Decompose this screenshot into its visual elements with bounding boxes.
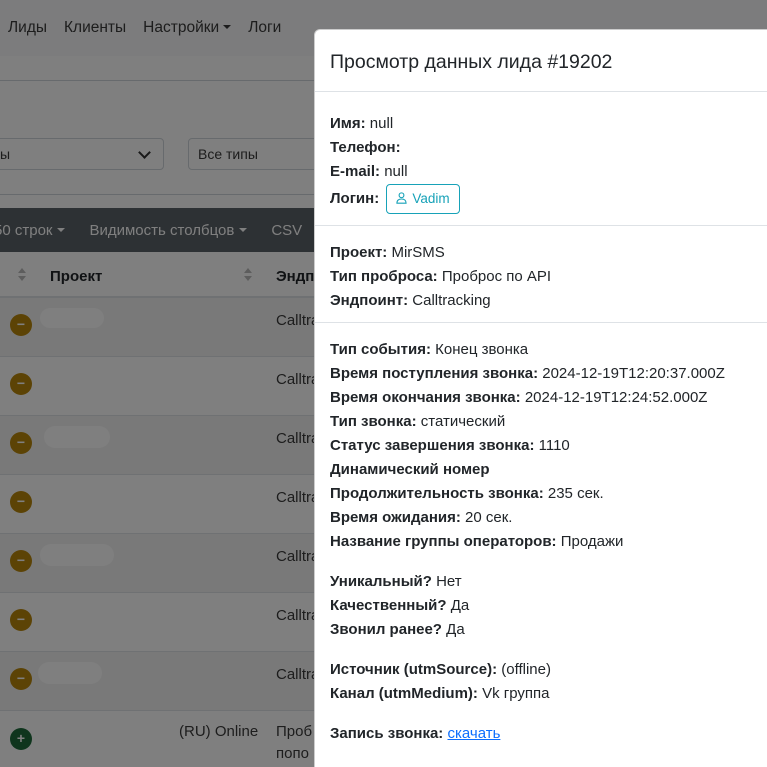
duration-value: 235 сек. (547, 485, 604, 502)
call-end-label: Время окончания звонка: (330, 389, 521, 406)
called-before-label: Звонил ранее? (330, 621, 442, 638)
operator-group-value: Продажи (560, 533, 624, 550)
quality-row: Качественный? Да (330, 594, 767, 618)
call-end-row: Время окончания звонка: 2024-12-19T12:24… (330, 386, 767, 410)
recording-row: Запись звонка: скачать (330, 722, 767, 746)
dynamic-number-row: Динамический номер (330, 458, 767, 482)
forward-type-value: Проброс по API (441, 268, 552, 285)
call-status-row: Статус завершения звонка: 1110 (330, 434, 767, 458)
email-label: E-mail: (330, 163, 381, 180)
event-type-row: Тип события: Конец звонка (330, 338, 767, 362)
section-divider (315, 322, 767, 323)
download-recording-link[interactable]: скачать (447, 725, 500, 742)
name-label: Имя: (330, 115, 366, 132)
project-label: Проект: (330, 244, 388, 261)
call-end-value: 2024-12-19T12:24:52.000Z (524, 389, 708, 406)
project-section: Проект: MirSMS Тип проброса: Проброс по … (330, 241, 767, 313)
utm-medium-row: Канал (utmMedium): Vk группа (330, 682, 767, 706)
unique-label: Уникальный? (330, 573, 432, 590)
modal-body: Имя: null Телефон: E-mail: null Логин: V… (315, 92, 767, 746)
utm-medium-label: Канал (utmMedium): (330, 685, 478, 702)
event-type-label: Тип события: (330, 341, 431, 358)
wait-time-label: Время ожидания: (330, 509, 461, 526)
quality-section: Уникальный? Нет Качественный? Да Звонил … (330, 570, 767, 642)
call-type-value: статический (420, 413, 506, 430)
endpoint-row: Эндпоинт: Calltracking (330, 289, 767, 313)
utm-section: Источник (utmSource): (offline) Канал (u… (330, 658, 767, 706)
called-before-row: Звонил ранее? Да (330, 618, 767, 642)
call-start-row: Время поступления звонка: 2024-12-19T12:… (330, 362, 767, 386)
login-row: Логин: Vadim (330, 184, 767, 215)
call-status-value: 1110 (538, 437, 570, 454)
forward-type-label: Тип проброса: (330, 268, 438, 285)
recording-section: Запись звонка: скачать (330, 722, 767, 746)
name-value: null (369, 115, 394, 132)
login-user-button[interactable]: Vadim (386, 184, 460, 215)
wait-time-row: Время ожидания: 20 сек. (330, 506, 767, 530)
utm-source-value: (offline) (501, 661, 551, 678)
phone-label: Телефон: (330, 139, 401, 156)
event-type-value: Конец звонка (435, 341, 529, 358)
forward-type-row: Тип проброса: Проброс по API (330, 265, 767, 289)
utm-source-label: Источник (utmSource): (330, 661, 498, 678)
project-row: Проект: MirSMS (330, 241, 767, 265)
call-start-value: 2024-12-19T12:20:37.000Z (542, 365, 725, 382)
dynamic-number-label: Динамический номер (330, 461, 490, 478)
login-user-name: Vadim (412, 191, 450, 207)
call-type-label: Тип звонка: (330, 413, 417, 430)
lead-details-modal: Просмотр данных лида #19202 Имя: null Те… (314, 29, 767, 767)
wait-time-value: 20 сек. (465, 509, 513, 526)
quality-label: Качественный? (330, 597, 447, 614)
section-divider (315, 225, 767, 226)
name-row: Имя: null (330, 112, 767, 136)
modal-header: Просмотр данных лида #19202 (315, 30, 767, 92)
contact-section: Имя: null Телефон: E-mail: null Логин: V… (330, 112, 767, 215)
unique-value: Нет (436, 573, 462, 590)
email-value: null (384, 163, 408, 180)
email-row: E-mail: null (330, 160, 767, 184)
operator-group-label: Название группы операторов: (330, 533, 557, 550)
user-icon (396, 192, 408, 204)
endpoint-value: Calltracking (412, 292, 491, 309)
call-section: Тип события: Конец звонка Время поступле… (330, 338, 767, 554)
call-start-label: Время поступления звонка: (330, 365, 539, 382)
operator-group-row: Название группы операторов: Продажи (330, 530, 767, 554)
phone-row: Телефон: (330, 136, 767, 160)
duration-row: Продолжительность звонка: 235 сек. (330, 482, 767, 506)
unique-row: Уникальный? Нет (330, 570, 767, 594)
modal-title: Просмотр данных лида #19202 (330, 51, 613, 73)
login-label: Логин: (330, 190, 380, 207)
utm-source-row: Источник (utmSource): (offline) (330, 658, 767, 682)
call-status-label: Статус завершения звонка: (330, 437, 535, 454)
utm-medium-value: Vk группа (482, 685, 550, 702)
called-before-value: Да (446, 621, 465, 638)
duration-label: Продолжительность звонка: (330, 485, 544, 502)
call-type-row: Тип звонка: статический (330, 410, 767, 434)
endpoint-label: Эндпоинт: (330, 292, 409, 309)
recording-label: Запись звонка: (330, 725, 444, 742)
project-value: MirSMS (391, 244, 445, 261)
quality-value: Да (450, 597, 470, 614)
